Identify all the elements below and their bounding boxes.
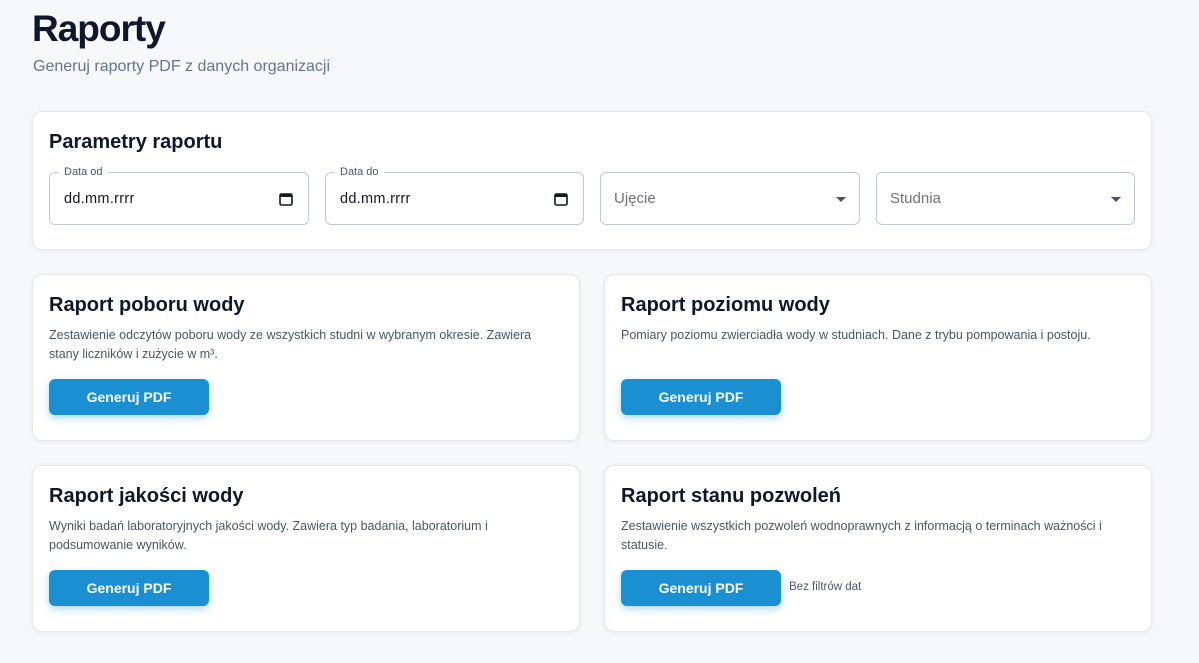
date-from-value: dd.mm.rrrr [64, 191, 135, 207]
well-select-placeholder: Studnia [890, 190, 941, 207]
water-intake-report-card: Raport poboru wody Zestawienie odczytów … [32, 274, 580, 441]
generate-pdf-button[interactable]: Generuj PDF [49, 570, 209, 606]
calendar-icon[interactable] [554, 192, 568, 206]
well-select[interactable]: Studnia [876, 172, 1135, 225]
caret-down-icon [836, 197, 846, 202]
report-parameters-card: Parametry raportu Data od dd.mm.rrrr Dat… [32, 111, 1152, 250]
caret-down-icon [1111, 197, 1121, 202]
report-title: Raport stanu pozwoleń [621, 485, 841, 507]
calendar-icon[interactable] [279, 192, 293, 206]
report-title: Raport jakości wody [49, 485, 244, 507]
reports-page: Raporty Generuj raporty PDF z danych org… [0, 0, 1199, 663]
water-level-report-card: Raport poziomu wody Pomiary poziomu zwie… [604, 274, 1152, 441]
report-description: Wyniki badań laboratoryjnych jakości wod… [49, 519, 488, 552]
date-to-value: dd.mm.rrrr [340, 191, 411, 207]
generate-pdf-button[interactable]: Generuj PDF [49, 379, 209, 415]
generate-pdf-button[interactable]: Generuj PDF [621, 379, 781, 415]
date-to-label: Data do [335, 165, 384, 179]
report-parameters-title: Parametry raportu [49, 131, 223, 153]
no-date-filter-note: Bez filtrów dat [789, 581, 862, 593]
report-description: Zestawienie odczytów poboru wody ze wszy… [49, 328, 532, 361]
intake-select-placeholder: Ujęcie [614, 190, 656, 207]
date-to-field[interactable]: Data do dd.mm.rrrr [325, 165, 584, 225]
date-from-field[interactable]: Data od dd.mm.rrrr [49, 165, 309, 225]
page-subtitle: Generuj raporty PDF z danych organizacji [33, 58, 331, 75]
permits-report-card: Raport stanu pozwoleń Zestawienie wszyst… [604, 465, 1152, 632]
report-description: Pomiary poziomu zwierciadła wody w studn… [621, 328, 1091, 342]
report-description: Zestawienie wszystkich pozwoleń wodnopra… [621, 519, 1102, 552]
water-quality-report-card: Raport jakości wody Wyniki badań laborat… [32, 465, 580, 632]
date-from-label: Data od [59, 165, 108, 179]
intake-select[interactable]: Ujęcie [600, 172, 860, 225]
report-title: Raport poziomu wody [621, 294, 830, 316]
report-title: Raport poboru wody [49, 294, 245, 316]
generate-pdf-button[interactable]: Generuj PDF [621, 570, 781, 606]
page-title: Raporty [32, 8, 166, 49]
